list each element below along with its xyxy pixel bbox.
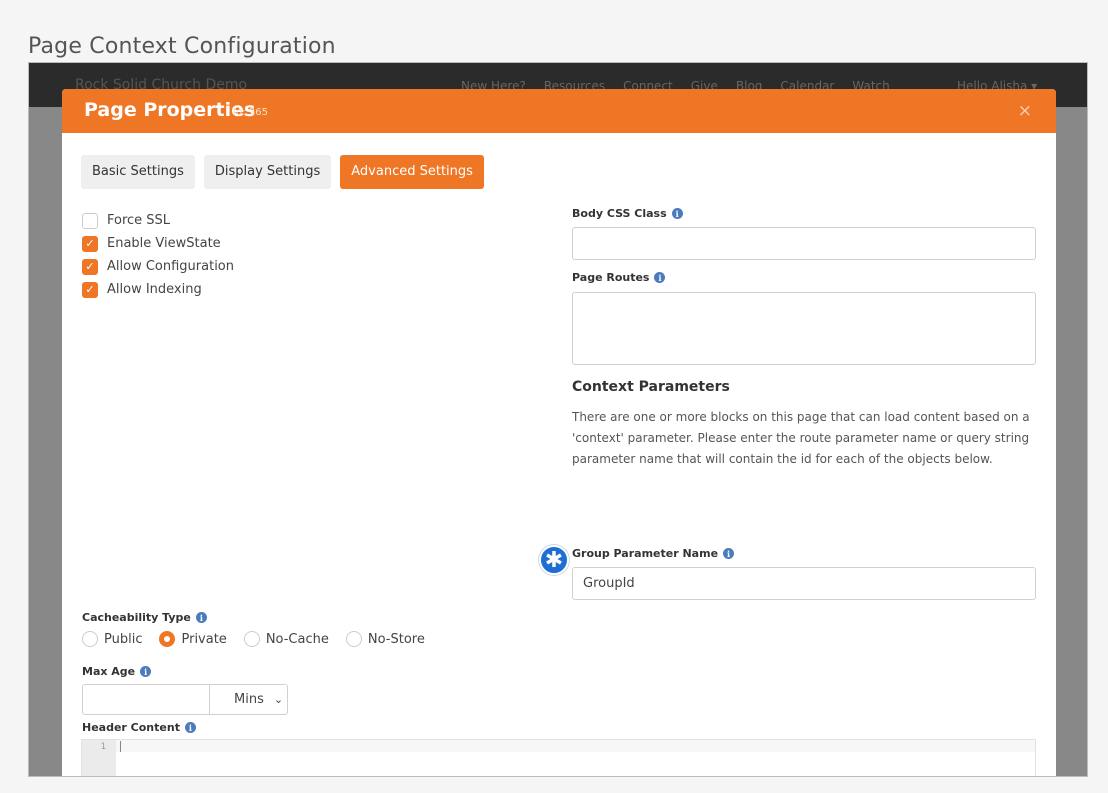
tab-basic-settings[interactable]: Basic Settings [81, 155, 195, 189]
max-age-input-group: Mins ⌄ [82, 684, 288, 715]
radio-button[interactable] [159, 631, 176, 647]
radio-label: Public [104, 631, 143, 647]
body-css-class-input[interactable] [572, 227, 1036, 260]
modal-title: Page Properties [84, 99, 256, 121]
checkbox-label: Force SSL [107, 213, 171, 228]
page-routes-group: Page Routes i [572, 271, 1036, 365]
radio-label: No-Store [367, 631, 425, 647]
cacheability-label-text: Cacheability Type [82, 611, 191, 624]
checkbox-list: Force SSL ✓ Enable ViewState ✓ Allow Con… [82, 209, 234, 301]
info-icon[interactable]: i [184, 722, 196, 733]
page-properties-modal: Page Properties Id: 365 × Basic Settings… [62, 89, 1056, 776]
radio-label: No-Cache [265, 631, 329, 647]
page-routes-textarea[interactable] [572, 292, 1036, 365]
max-age-label: Max Age i [82, 665, 288, 678]
radio-label: Private [181, 631, 227, 647]
max-age-input[interactable] [82, 684, 209, 715]
unit-select-value: Mins [234, 692, 264, 707]
tab-display-settings[interactable]: Display Settings [203, 155, 332, 189]
editor-cursor [120, 741, 121, 752]
tab-advanced-settings[interactable]: Advanced Settings [340, 155, 484, 189]
body-css-class-group: Body CSS Class i [572, 207, 1036, 260]
editor-active-line [116, 740, 1035, 752]
editor-gutter: 1 [82, 740, 116, 776]
settings-tabs: Basic Settings Display Settings Advanced… [81, 155, 484, 189]
context-parameters-heading: Context Parameters [572, 379, 730, 395]
close-icon[interactable]: × [1018, 101, 1032, 121]
info-icon[interactable]: i [195, 612, 207, 623]
body-css-class-label-text: Body CSS Class [572, 207, 667, 220]
max-age-group: Max Age i Mins ⌄ [82, 665, 288, 715]
allow-indexing-checkbox[interactable]: ✓ Allow Indexing [82, 278, 234, 301]
radio-button[interactable] [345, 631, 362, 647]
context-parameters-description: There are one or more blocks on this pag… [572, 410, 1030, 466]
page-id-label: Id: 365 [233, 107, 268, 118]
info-icon[interactable]: i [671, 208, 683, 219]
chevron-down-icon: ⌄ [273, 693, 284, 706]
page-title: Page Context Configuration [28, 34, 336, 59]
group-parameter-label-text: Group Parameter Name [572, 547, 719, 560]
info-icon[interactable]: i [723, 548, 735, 559]
group-parameter-label: Group Parameter Name i [572, 547, 1036, 560]
cacheability-label: Cacheability Type i [82, 611, 442, 624]
header-content-label-text: Header Content [82, 721, 180, 734]
check-icon[interactable]: ✓ [82, 258, 98, 275]
checkbox[interactable] [82, 212, 98, 229]
header-content-label-row: Header Content i [82, 721, 196, 734]
enable-viewstate-checkbox[interactable]: ✓ Enable ViewState [82, 232, 234, 255]
header-content-label: Header Content i [82, 721, 196, 734]
allow-configuration-checkbox[interactable]: ✓ Allow Configuration [82, 255, 234, 278]
checkbox-label: Allow Indexing [107, 282, 202, 297]
radio-public[interactable]: Public [82, 631, 142, 647]
cacheability-group: Cacheability Type i Public Private No-Ca… [82, 611, 442, 647]
check-icon[interactable]: ✓ [82, 235, 98, 252]
check-icon[interactable]: ✓ [82, 281, 98, 298]
cacheability-radio-group: Public Private No-Cache No-Store [82, 631, 442, 647]
radio-no-cache[interactable]: No-Cache [243, 631, 329, 647]
page-routes-label: Page Routes i [572, 271, 1036, 284]
group-parameter-input[interactable]: GroupId [572, 567, 1036, 600]
radio-no-store[interactable]: No-Store [345, 631, 425, 647]
context-parameters-section: Context Parameters There are one or more… [572, 379, 1036, 470]
group-parameter-group: Group Parameter Name i GroupId [572, 547, 1036, 600]
header-content-editor[interactable]: 1 [81, 739, 1036, 776]
asterisk-icon: ✱ [539, 545, 569, 575]
max-age-unit-select[interactable]: Mins ⌄ [209, 684, 288, 715]
checkbox-label: Enable ViewState [107, 236, 221, 251]
line-number: 1 [100, 742, 106, 752]
radio-button[interactable] [82, 631, 98, 647]
max-age-label-text: Max Age [82, 665, 136, 678]
page-routes-label-text: Page Routes [572, 271, 650, 284]
info-icon[interactable]: i [654, 272, 666, 283]
modal-header: Page Properties Id: 365 × [62, 89, 1056, 133]
radio-private[interactable]: Private [159, 631, 227, 647]
info-icon[interactable]: i [140, 666, 152, 677]
radio-button[interactable] [243, 631, 260, 647]
checkbox-label: Allow Configuration [107, 259, 234, 274]
body-css-class-label: Body CSS Class i [572, 207, 1036, 220]
force-ssl-checkbox[interactable]: Force SSL [82, 209, 234, 232]
browser-frame: Rock Solid Church Demo New Here? Resourc… [28, 62, 1088, 777]
